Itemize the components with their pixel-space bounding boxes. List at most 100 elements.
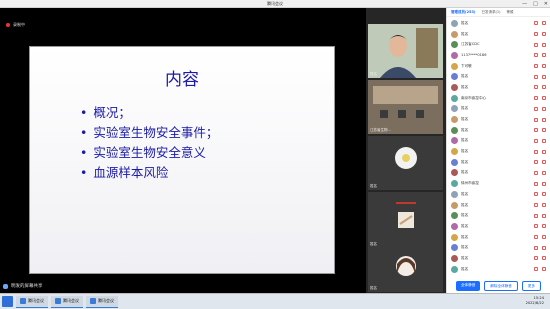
video-tile[interactable]: 姓名 [368, 136, 443, 190]
start-button[interactable] [2, 296, 13, 307]
close-button[interactable]: ✕ [544, 0, 548, 8]
participant-row[interactable]: 姓名 [447, 136, 550, 147]
camera-off-icon[interactable] [542, 96, 546, 101]
participant-row[interactable]: 姓名 [447, 221, 550, 232]
camera-off-icon[interactable] [542, 32, 546, 37]
unmute-all-button[interactable]: 解除全体静音 [484, 281, 518, 291]
mic-muted-icon[interactable] [534, 21, 538, 26]
participant-row[interactable]: 姓名 [447, 104, 550, 115]
mic-muted-icon[interactable] [534, 128, 538, 133]
participant-row[interactable]: 姓名 [447, 29, 550, 40]
camera-off-icon[interactable] [542, 213, 546, 218]
camera-off-icon[interactable] [542, 128, 546, 133]
mic-muted-icon[interactable] [534, 235, 538, 240]
mic-muted-icon[interactable] [534, 74, 538, 79]
minimize-button[interactable]: — [522, 0, 527, 8]
participant-row[interactable]: 卞可敬 [447, 61, 550, 72]
camera-off-icon[interactable] [542, 192, 546, 197]
participant-row[interactable]: 姓名 [447, 253, 550, 264]
mic-muted-icon[interactable] [534, 106, 538, 111]
participant-row[interactable]: 姓名 [447, 157, 550, 168]
camera-off-icon[interactable] [542, 149, 546, 154]
camera-off-icon[interactable] [542, 256, 546, 261]
participant-controls [534, 96, 546, 101]
mic-muted-icon[interactable] [534, 64, 538, 69]
camera-off-icon[interactable] [542, 235, 546, 240]
mute-all-button[interactable]: 全体静音 [455, 281, 481, 291]
mic-muted-icon[interactable] [534, 170, 538, 175]
camera-off-icon[interactable] [542, 160, 546, 165]
participant-row[interactable]: 姓名 [447, 200, 550, 211]
camera-off-icon[interactable] [542, 53, 546, 58]
video-tile[interactable]: 江苏省生物… [368, 80, 443, 134]
tab-requests[interactable]: 已发请求(1) [482, 10, 501, 15]
mic-muted-icon[interactable] [534, 42, 538, 47]
participant-row[interactable]: 姓名 [447, 210, 550, 221]
camera-off-icon[interactable] [542, 74, 546, 79]
participant-row[interactable]: 1137****0186 [447, 50, 550, 61]
mic-muted-icon[interactable] [534, 256, 538, 261]
participant-row[interactable]: 姓名 [447, 232, 550, 243]
more-button[interactable]: 更多 [521, 281, 542, 291]
participant-row[interactable]: 姓名 [447, 71, 550, 82]
tab-members[interactable]: 管理成员(253) [451, 10, 476, 15]
maximize-button[interactable]: □ [533, 0, 538, 8]
participant-row[interactable]: 姓名 [447, 125, 550, 136]
mic-muted-icon[interactable] [534, 32, 538, 37]
participant-row[interactable]: 姓名 [447, 82, 550, 93]
mic-muted-icon[interactable] [534, 85, 538, 90]
participant-row[interactable]: 江苏省CDC [447, 39, 550, 50]
avatar [451, 94, 458, 102]
mic-muted-icon[interactable] [534, 117, 538, 122]
participant-row[interactable]: 姓名 [447, 114, 550, 125]
camera-off-icon[interactable] [542, 245, 546, 250]
camera-off-icon[interactable] [542, 106, 546, 111]
participant-row[interactable]: 姓名 [447, 146, 550, 157]
camera-off-icon[interactable] [542, 138, 546, 143]
mic-muted-icon[interactable] [534, 224, 538, 229]
taskbar-app[interactable]: 腾讯会议 [51, 295, 83, 308]
mic-muted-icon[interactable] [534, 160, 538, 165]
participant-name: 姓名 [461, 245, 469, 250]
mic-muted-icon[interactable] [534, 96, 538, 101]
camera-off-icon[interactable] [542, 181, 546, 186]
taskbar: 腾讯会议 腾讯会议 腾讯会议 15:24 2022/8/22 [0, 293, 550, 309]
camera-off-icon[interactable] [542, 267, 546, 272]
camera-off-icon[interactable] [542, 170, 546, 175]
mic-muted-icon[interactable] [534, 149, 538, 154]
avatar [451, 51, 458, 59]
taskbar-app[interactable]: 腾讯会议 [86, 295, 118, 308]
camera-off-icon[interactable] [542, 42, 546, 47]
mic-muted-icon[interactable] [534, 245, 538, 250]
participant-row[interactable]: 姓名 [447, 264, 550, 275]
mic-muted-icon[interactable] [534, 138, 538, 143]
participant-row[interactable]: 姓名 [447, 242, 550, 253]
participant-row[interactable]: 南京市疾控中心 [447, 93, 550, 104]
video-tile[interactable]: 姓名 [368, 204, 443, 248]
camera-off-icon[interactable] [542, 203, 546, 208]
system-clock[interactable]: 15:24 2022/8/22 [526, 296, 544, 306]
mic-muted-icon[interactable] [534, 53, 538, 58]
participant-row[interactable]: 姓名 [447, 18, 550, 29]
camera-off-icon[interactable] [542, 117, 546, 122]
camera-off-icon[interactable] [542, 64, 546, 69]
participant-name: 姓名 [461, 106, 469, 111]
participant-row[interactable]: 姓名 [447, 189, 550, 200]
participant-row[interactable]: 徐州市疾控 [447, 178, 550, 189]
mic-muted-icon[interactable] [534, 213, 538, 218]
camera-off-icon[interactable] [542, 224, 546, 229]
mic-muted-icon[interactable] [534, 192, 538, 197]
mic-muted-icon[interactable] [534, 203, 538, 208]
camera-off-icon[interactable] [542, 21, 546, 26]
mic-muted-icon[interactable] [534, 181, 538, 186]
camera-off-icon[interactable] [542, 85, 546, 90]
participant-row[interactable]: 姓名 [447, 168, 550, 179]
participant-controls [534, 224, 546, 229]
video-tile[interactable]: 姓名 [368, 248, 443, 292]
avatar [451, 137, 458, 145]
participant-controls [534, 42, 546, 47]
mic-muted-icon[interactable] [534, 267, 538, 272]
tab-waiting[interactable]: 等候 [506, 10, 513, 15]
video-tile[interactable]: 姓名 [368, 24, 443, 78]
taskbar-app[interactable]: 腾讯会议 [16, 295, 48, 308]
